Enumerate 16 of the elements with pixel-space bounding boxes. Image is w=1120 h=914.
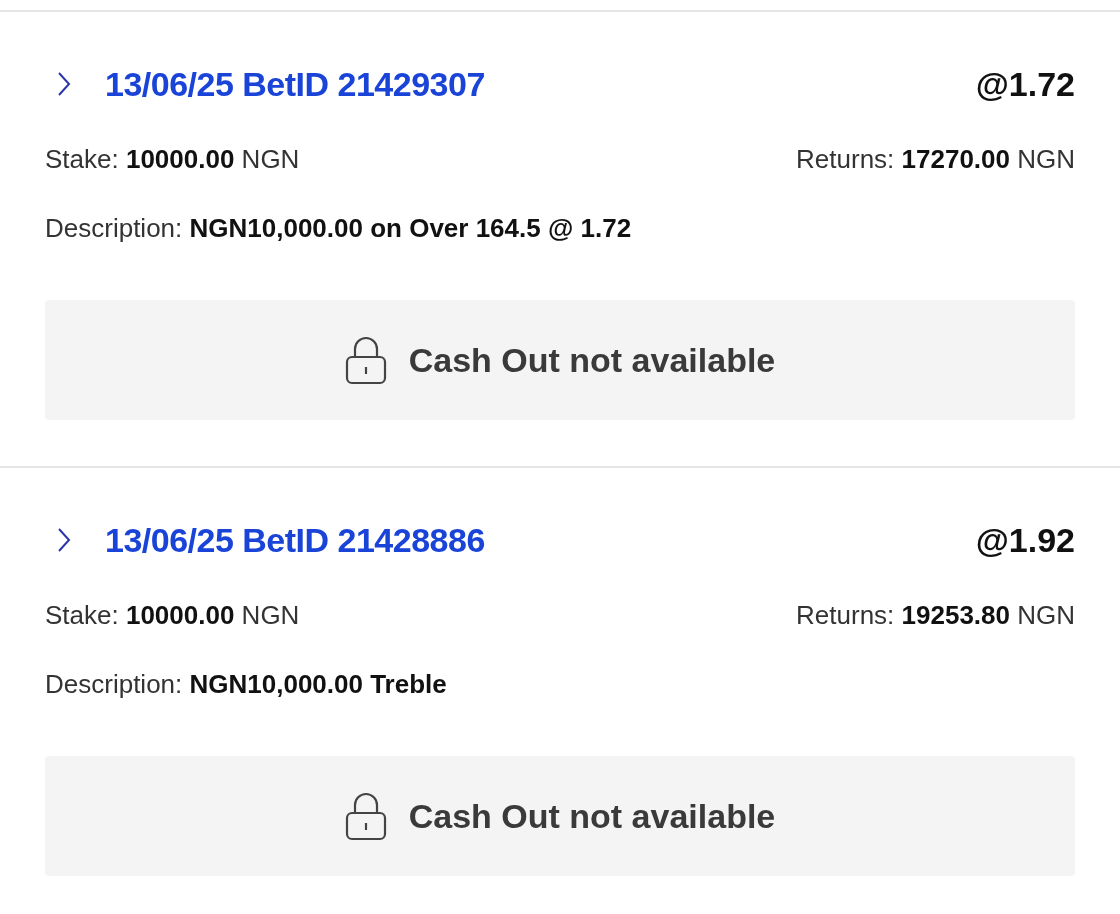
- returns-text: Returns: 19253.80 NGN: [796, 599, 1075, 631]
- lock-icon: [344, 335, 387, 385]
- bet-odds: @1.72: [975, 64, 1075, 104]
- chevron-icon[interactable]: [57, 71, 71, 97]
- stake-text: Stake: 10000.00 NGN: [45, 599, 300, 631]
- bet-title[interactable]: 13/06/25 BetID 21428886: [105, 520, 485, 560]
- description-text: Description: NGN10,000.00 on Over 164.5 @ 1.72: [45, 212, 632, 244]
- cash-out-button[interactable]: Cash Out not available: [45, 300, 1075, 420]
- bet-title[interactable]: 13/06/25 BetID 21429307: [105, 64, 485, 104]
- lock-icon: [344, 791, 387, 841]
- chevron-icon[interactable]: [57, 527, 71, 553]
- description-text: Description: NGN10,000.00 Treble: [45, 668, 447, 700]
- bet-odds: @1.92: [975, 520, 1075, 560]
- stake-text: Stake: 10000.00 NGN: [45, 143, 300, 175]
- returns-text: Returns: 17270.00 NGN: [796, 143, 1075, 175]
- cash-out-button[interactable]: Cash Out not available: [45, 756, 1075, 876]
